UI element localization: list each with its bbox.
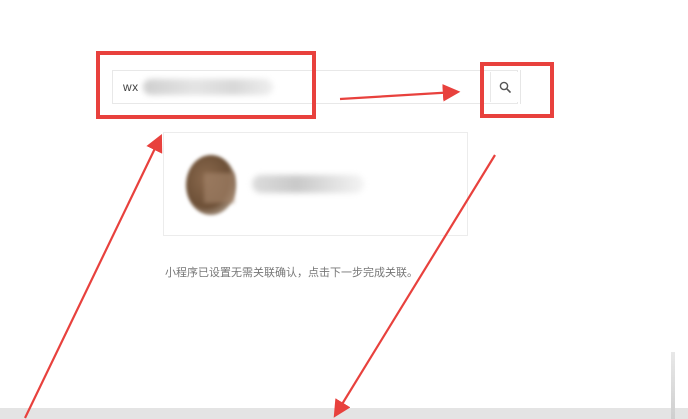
avatar-blur-patch (204, 173, 234, 203)
bottom-bar (0, 408, 688, 419)
annotation-box-search-button (480, 62, 554, 118)
annotation-box-search-input (96, 51, 316, 119)
search-result-card[interactable] (163, 132, 468, 236)
right-edge-divider (671, 352, 675, 419)
association-hint-text: 小程序已设置无需关联确认，点击下一步完成关联。 (165, 267, 418, 279)
arrow-to-search-input (24, 134, 163, 419)
blurred-account-name (252, 175, 364, 193)
